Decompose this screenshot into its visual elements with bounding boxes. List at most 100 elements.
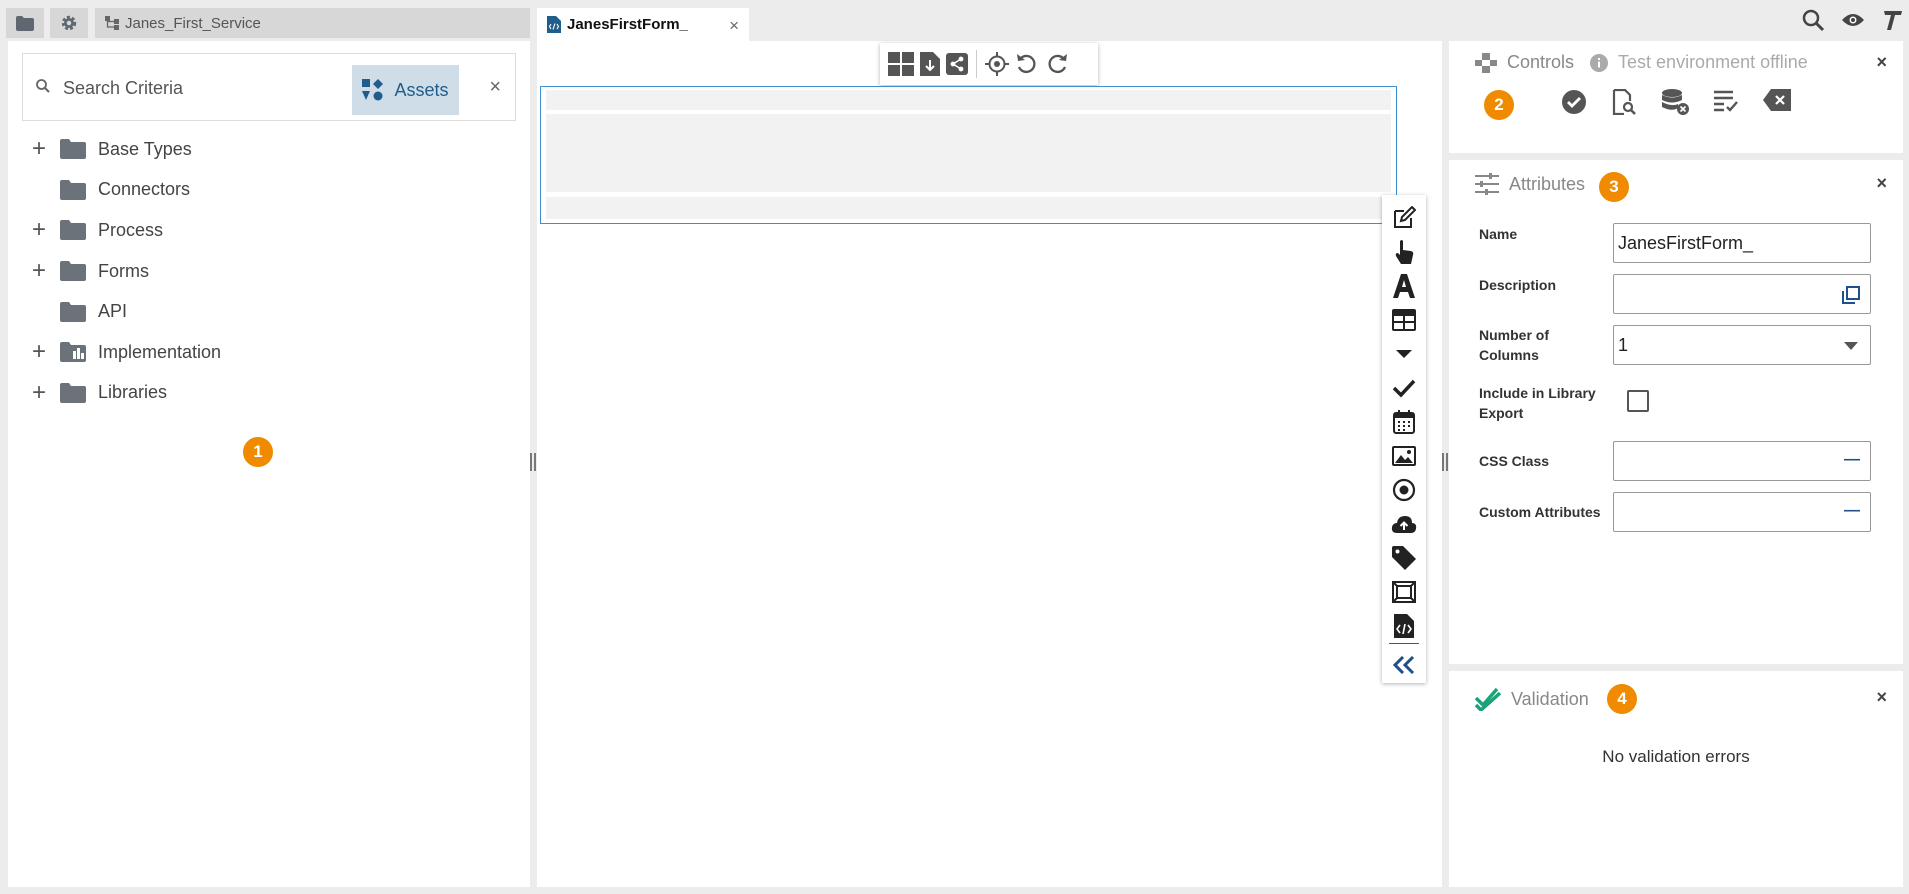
dropdown-tool[interactable]: [1382, 337, 1426, 371]
description-label: Description: [1479, 277, 1557, 293]
attributes-close-icon[interactable]: ×: [1876, 173, 1887, 194]
asset-search: Assets ×: [22, 53, 516, 121]
code-file-icon: [1394, 614, 1414, 638]
attributes-header: Attributes: [1475, 173, 1585, 195]
redo-icon[interactable]: [1045, 52, 1069, 76]
assets-filter-button[interactable]: Assets: [352, 65, 459, 115]
implementation-folder-icon: [60, 342, 86, 363]
tree-item-process[interactable]: + Process: [28, 210, 221, 251]
checklist-icon[interactable]: [1713, 89, 1739, 113]
undo-icon[interactable]: [1015, 52, 1039, 76]
html-tool[interactable]: [1382, 609, 1426, 643]
share-icon[interactable]: [946, 53, 968, 75]
service-tab[interactable]: Janes_First_Service: [95, 8, 530, 38]
tree-item-forms[interactable]: + Forms: [28, 251, 221, 292]
chevron-down-icon: [1844, 342, 1858, 350]
columns-label: Number of Columns: [1479, 325, 1549, 365]
caret-down-icon: [1396, 350, 1412, 358]
step-badge-1: 1: [243, 437, 273, 467]
table-tool[interactable]: [1382, 303, 1426, 337]
upload-tool[interactable]: [1382, 507, 1426, 541]
form-header-row[interactable]: [546, 90, 1391, 110]
form-tab[interactable]: JanesFirstForm_ ×: [537, 8, 749, 41]
folder-icon: [60, 220, 86, 241]
image-tool[interactable]: [1382, 439, 1426, 473]
right-splitter-handle[interactable]: [1442, 453, 1448, 471]
expand-icon[interactable]: +: [28, 380, 50, 405]
checkbox-tool[interactable]: [1382, 371, 1426, 405]
form-tab-close-icon[interactable]: ×: [729, 16, 739, 36]
search-input[interactable]: [63, 72, 343, 104]
service-tab-label: Janes_First_Service: [125, 14, 261, 32]
validation-header: Validation: [1475, 687, 1589, 711]
form-body-row[interactable]: [546, 114, 1391, 192]
library-export-checkbox[interactable]: [1627, 390, 1649, 412]
radio-button-icon: [1392, 478, 1416, 502]
download-file-icon[interactable]: [920, 52, 940, 76]
library-label-line-1: Include in Library: [1479, 385, 1596, 401]
text-style-icon[interactable]: [1881, 8, 1903, 32]
inspect-document-icon[interactable]: [1611, 89, 1637, 115]
component-toolbar: [1382, 195, 1426, 683]
custom-attributes-field[interactable]: —: [1613, 492, 1871, 532]
folder-icon: [60, 179, 86, 200]
minus-icon[interactable]: —: [1844, 451, 1860, 469]
asset-panel: Assets × + Base Types + Connectors + Pro…: [8, 41, 530, 887]
tree-item-connectors[interactable]: + Connectors: [28, 170, 221, 211]
columns-select[interactable]: 1: [1613, 325, 1871, 365]
calendar-icon: [1393, 410, 1415, 434]
tree-item-implementation[interactable]: + Implementation: [28, 332, 221, 373]
search-clear-icon[interactable]: ×: [489, 76, 501, 99]
folder-icon: [60, 261, 86, 282]
date-tool[interactable]: [1382, 405, 1426, 439]
radio-tool[interactable]: [1382, 473, 1426, 507]
tree-item-libraries[interactable]: + Libraries: [28, 373, 221, 414]
description-field[interactable]: [1613, 274, 1871, 314]
folder-icon: [60, 301, 86, 322]
collapse-toolbar-button[interactable]: [1382, 648, 1426, 682]
search-icon: [36, 79, 50, 93]
search-icon[interactable]: [1801, 8, 1825, 32]
table-icon: [1392, 309, 1416, 331]
expand-icon[interactable]: +: [28, 137, 50, 161]
form-canvas: [537, 41, 1442, 887]
folder-icon: [60, 139, 86, 160]
form-container[interactable]: [540, 86, 1397, 224]
double-chevron-left-icon: [1393, 656, 1415, 674]
asset-tree: + Base Types + Connectors + Process + Fo…: [28, 129, 221, 413]
text-tool[interactable]: [1382, 269, 1426, 303]
text-input-tool[interactable]: [1382, 201, 1426, 235]
form-footer-row[interactable]: [546, 197, 1391, 219]
expand-icon[interactable]: +: [28, 259, 50, 283]
button-tool[interactable]: [1382, 235, 1426, 269]
container-tool[interactable]: [1382, 575, 1426, 609]
minus-icon[interactable]: —: [1844, 502, 1860, 520]
left-splitter-handle[interactable]: [530, 453, 536, 471]
columns-value: 1: [1618, 334, 1629, 355]
tag-tool[interactable]: [1382, 541, 1426, 575]
container-frame-icon: [1392, 581, 1416, 603]
assets-icon: [362, 79, 384, 101]
backspace-clear-icon[interactable]: [1763, 89, 1791, 111]
validation-close-icon[interactable]: ×: [1876, 687, 1887, 708]
gamepad-icon: [1475, 52, 1497, 73]
library-export-label: Include in Library Export: [1479, 383, 1596, 423]
controls-close-icon[interactable]: ×: [1876, 52, 1887, 73]
expand-editor-icon[interactable]: [1842, 286, 1860, 304]
columns-label-line-1: Number of: [1479, 327, 1549, 343]
database-clear-icon[interactable]: [1661, 89, 1689, 115]
layout-grid-icon[interactable]: [888, 52, 914, 76]
verify-check-icon[interactable]: [1561, 89, 1587, 115]
settings-button[interactable]: [50, 8, 88, 38]
expand-icon[interactable]: +: [28, 218, 50, 242]
tree-item-base-types[interactable]: + Base Types: [28, 129, 221, 170]
controls-header: Controls Test environment offline: [1475, 52, 1808, 73]
css-class-field[interactable]: —: [1613, 441, 1871, 481]
expand-icon[interactable]: +: [28, 340, 50, 364]
folder-button[interactable]: [6, 8, 44, 38]
tree-item-api[interactable]: + API: [28, 291, 221, 332]
service-tree-icon: [105, 16, 119, 30]
locate-target-icon[interactable]: [985, 52, 1009, 76]
eye-icon[interactable]: [1841, 12, 1865, 28]
name-field[interactable]: JanesFirstForm_: [1613, 223, 1871, 263]
